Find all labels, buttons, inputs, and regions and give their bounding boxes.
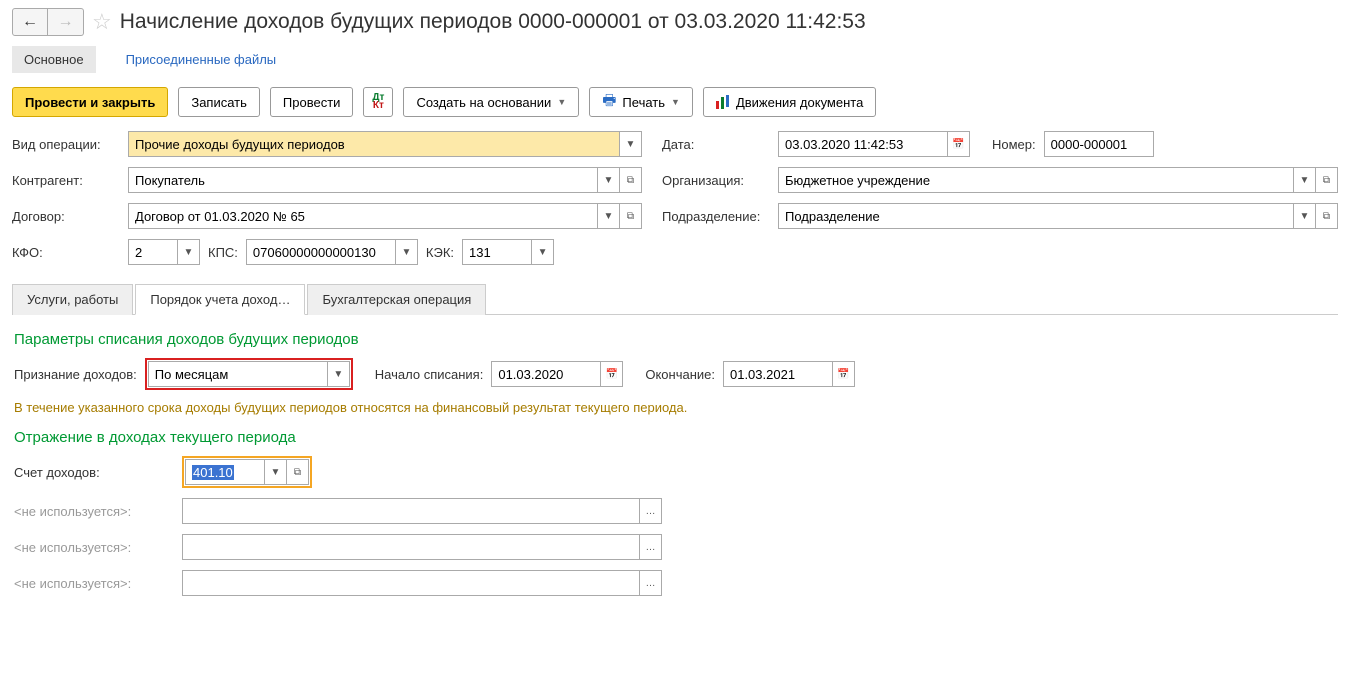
number-input[interactable] [1044,131,1154,157]
dropdown-button[interactable]: ▼ [598,203,620,229]
unused-label-1: <не используется>: [14,504,174,519]
tab-income-order[interactable]: Порядок учета доход… [135,284,305,315]
dept-input[interactable] [778,203,1294,229]
dropdown-button[interactable]: ▼ [1294,167,1316,193]
unused-input-2[interactable] [182,534,640,560]
contragent-input[interactable] [128,167,598,193]
open-button[interactable]: ⧉ [620,203,642,229]
create-based-on-button[interactable]: Создать на основании ▼ [403,87,579,117]
date-input[interactable] [778,131,948,157]
chevron-down-icon: ▼ [671,97,680,107]
tab-accounting-op[interactable]: Бухгалтерская операция [307,284,486,315]
unused-input-3[interactable] [182,570,640,596]
calendar-icon[interactable]: 📅 [948,131,970,157]
income-account-input[interactable]: 401.10 [185,459,265,485]
unused-label-3: <не используется>: [14,576,174,591]
end-date-label: Окончание: [645,367,715,382]
kps-input[interactable] [246,239,396,265]
debit-credit-button[interactable]: ДтКт [363,87,393,117]
calendar-icon[interactable]: 📅 [601,361,623,387]
more-button[interactable]: … [640,534,662,560]
dropdown-button[interactable]: ▼ [532,239,554,265]
more-button[interactable]: … [640,570,662,596]
dtkt-icon: ДтКт [372,94,384,110]
dropdown-button[interactable]: ▼ [328,361,350,387]
unused-label-2: <не используется>: [14,540,174,555]
favorite-star-icon[interactable]: ☆ [92,9,112,35]
calendar-icon[interactable]: 📅 [833,361,855,387]
org-input[interactable] [778,167,1294,193]
kfo-label: КФО: [12,245,120,260]
report-icon [716,95,730,109]
page-title: Начисление доходов будущих периодов 0000… [120,10,866,34]
dropdown-button[interactable]: ▼ [265,459,287,485]
dropdown-button[interactable]: ▼ [1294,203,1316,229]
contract-label: Договор: [12,209,120,224]
contract-input[interactable] [128,203,598,229]
contragent-label: Контрагент: [12,173,120,188]
dept-label: Подразделение: [662,209,770,224]
section-reflection-header: Отражение в доходах текущего периода [14,429,1336,446]
open-button[interactable]: ⧉ [1316,167,1338,193]
printer-icon: 🖶 [602,90,616,115]
kek-label: КЭК: [426,245,454,260]
more-button[interactable]: … [640,498,662,524]
recognition-label: Признание доходов: [14,367,137,382]
tab-services[interactable]: Услуги, работы [12,284,133,315]
start-date-input[interactable] [491,361,601,387]
post-button[interactable]: Провести [270,87,354,117]
nav-tab-main[interactable]: Основное [12,46,96,73]
dropdown-button[interactable]: ▼ [396,239,418,265]
back-button[interactable]: ← [12,8,48,36]
end-date-input[interactable] [723,361,833,387]
open-button[interactable]: ⧉ [287,459,309,485]
document-movements-button[interactable]: Движения документа [703,87,876,117]
org-label: Организация: [662,173,770,188]
nav-tab-files[interactable]: Присоединенные файлы [114,46,289,73]
dropdown-button[interactable]: ▼ [620,131,642,157]
dropdown-button[interactable]: ▼ [598,167,620,193]
op-type-input[interactable] [128,131,620,157]
kfo-input[interactable] [128,239,178,265]
forward-button[interactable]: → [48,8,84,36]
save-button[interactable]: Записать [178,87,260,117]
kek-input[interactable] [462,239,532,265]
unused-input-1[interactable] [182,498,640,524]
start-date-label: Начало списания: [375,367,484,382]
recognition-input[interactable] [148,361,328,387]
open-button[interactable]: ⧉ [1316,203,1338,229]
income-account-label: Счет доходов: [14,465,174,480]
section-params-header: Параметры списания доходов будущих перио… [14,331,1336,348]
info-note: В течение указанного срока доходы будущи… [14,400,1336,415]
post-and-close-button[interactable]: Провести и закрыть [12,87,168,117]
kps-label: КПС: [208,245,238,260]
dropdown-button[interactable]: ▼ [178,239,200,265]
op-type-label: Вид операции: [12,137,120,152]
print-button[interactable]: 🖶 Печать ▼ [589,87,693,117]
chevron-down-icon: ▼ [557,97,566,107]
date-label: Дата: [662,137,770,152]
open-button[interactable]: ⧉ [620,167,642,193]
number-label: Номер: [992,137,1036,152]
